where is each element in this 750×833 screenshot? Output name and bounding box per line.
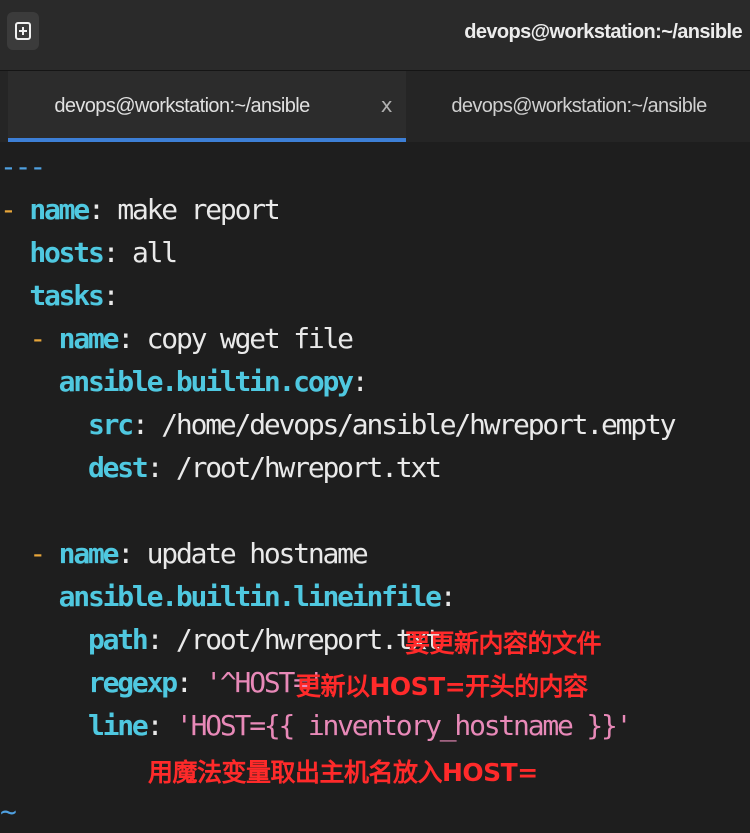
yaml-value: update hostname [146, 537, 369, 570]
yaml-key: dest [87, 451, 149, 484]
code-line-10: - name: update hostname [29, 537, 369, 570]
yaml-value: all [131, 236, 178, 269]
yaml-key: ansible.builtin.copy [58, 365, 354, 398]
list-dash: - [29, 322, 46, 355]
close-icon[interactable]: x [381, 93, 393, 117]
new-tab-icon [15, 22, 31, 40]
code-line-8: dest: /root/hwreport.txt [87, 451, 442, 484]
doc-start: --- [0, 150, 46, 183]
yaml-value: /root/hwreport.txt [175, 451, 442, 484]
tab-label: devops@workstation:~/ansible [451, 95, 707, 117]
tab-inactive[interactable]: devops@workstation:~/ansible [408, 71, 750, 142]
tab-active[interactable]: devops@workstation:~/ansible x [8, 71, 406, 142]
new-tab-button[interactable] [7, 12, 39, 50]
yaml-key: line [87, 709, 149, 742]
annotation-path: 要更新内容的文件 [405, 629, 602, 658]
title-bar: devops@workstation:~/ansible [0, 0, 750, 71]
yaml-key: src [87, 408, 134, 441]
window-title: devops@workstation:~/ansible [464, 20, 742, 43]
yaml-key: regexp [87, 666, 178, 699]
tab-label: devops@workstation:~/ansible [54, 95, 310, 117]
tab-bar: devops@workstation:~/ansible x devops@wo… [0, 71, 750, 142]
code-line-4: tasks: [29, 279, 119, 312]
yaml-value: copy wget file [146, 322, 354, 355]
yaml-key: tasks [29, 279, 105, 312]
yaml-key: name [58, 537, 120, 570]
code-line-12: path: /root/hwreport.txt [87, 623, 442, 656]
code-line-6: ansible.builtin.copy: [58, 365, 369, 398]
yaml-key: name [29, 193, 90, 226]
code-line-14: line: 'HOST={{ inventory_hostname }}' [87, 709, 633, 742]
code-line-3: hosts: all [29, 236, 178, 269]
code-line-11: ansible.builtin.lineinfile: [58, 580, 457, 613]
empty-line-tilde: ~ [0, 795, 17, 828]
code-line-1: --- [0, 145, 46, 188]
yaml-string: 'HOST={{ inventory_hostname }}' [175, 709, 633, 742]
yaml-key: hosts [29, 236, 105, 269]
yaml-key: name [58, 322, 120, 355]
code-line-5: - name: copy wget file [29, 322, 354, 355]
code-line-16: ~ [0, 790, 17, 833]
yaml-key: ansible.builtin.lineinfile [58, 580, 442, 613]
list-dash: - [29, 537, 46, 570]
terminal-editor[interactable]: --- - name: make report hosts: all tasks… [0, 142, 750, 828]
yaml-value: /root/hwreport.txt [175, 623, 442, 656]
code-line-13: regexp: '^HOST=' [87, 666, 325, 699]
yaml-key: path [87, 623, 149, 656]
annotation-line: 用魔法变量取出主机名放入HOST= [148, 758, 538, 787]
yaml-value: make report [117, 193, 280, 226]
list-dash: - [0, 193, 17, 226]
code-line-2: - name: make report [0, 193, 281, 226]
code-line-7: src: /home/devops/ansible/hwreport.empty [87, 408, 677, 441]
annotation-regexp: 更新以HOST=开头的内容 [296, 672, 588, 701]
yaml-value: /home/devops/ansible/hwreport.empty [161, 408, 676, 441]
